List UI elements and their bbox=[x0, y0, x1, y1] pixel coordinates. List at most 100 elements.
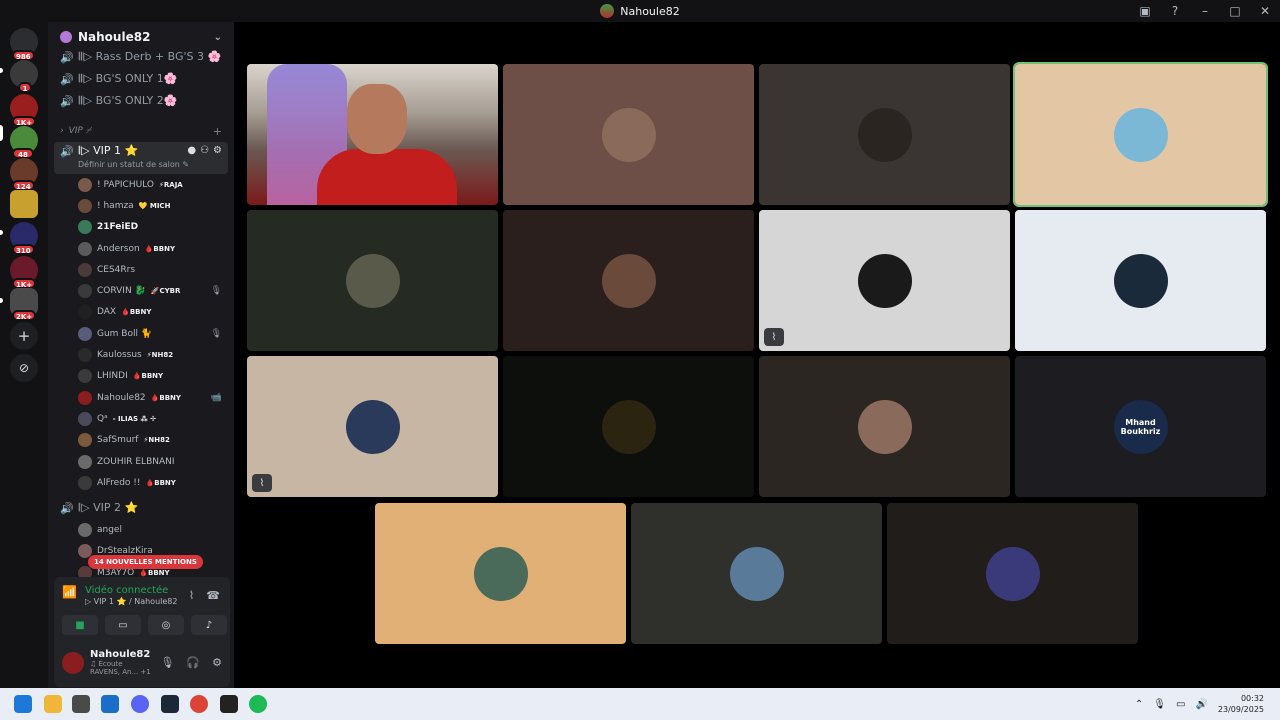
participant-tile[interactable]: Mhand Boukhriz bbox=[1015, 356, 1266, 497]
clock[interactable]: 00:32 23/09/2025 bbox=[1218, 693, 1264, 715]
chrome-icon[interactable] bbox=[190, 695, 208, 713]
disconnect-icon[interactable]: ☎ bbox=[206, 589, 220, 602]
discord-home-icon[interactable]: 986 bbox=[10, 28, 38, 61]
chevron-down-icon: ⌄ bbox=[213, 31, 222, 43]
participant-tile[interactable] bbox=[759, 356, 1010, 497]
speaker-icon: 🔊 bbox=[60, 144, 74, 158]
category-vip[interactable]: › VIP ⌿ + bbox=[48, 120, 234, 142]
discover-icon[interactable]: ⊘ bbox=[10, 354, 38, 382]
headphones-icon[interactable]: 🎧 bbox=[186, 656, 200, 669]
participant-tile[interactable] bbox=[503, 356, 754, 497]
server-icon[interactable]: 124 bbox=[10, 158, 38, 191]
member-item[interactable]: ! hamza 💛 MICH bbox=[48, 195, 234, 216]
windows-start-icon[interactable] bbox=[14, 695, 32, 713]
invite-icon[interactable]: ⚇ bbox=[200, 145, 209, 156]
minimize-button[interactable]: – bbox=[1190, 0, 1220, 22]
gear-icon[interactable]: ⚙ bbox=[212, 656, 222, 669]
participant-tile[interactable] bbox=[1015, 210, 1266, 351]
spotify-icon[interactable] bbox=[249, 695, 267, 713]
new-mentions-banner[interactable]: 14 NOUVELLES MENTIONS bbox=[88, 555, 203, 569]
voice-channel[interactable]: 🔊 𝄃𝄃▷ Rass Derb + BG'S 3 🌸 bbox=[48, 46, 234, 68]
add-server-icon[interactable]: + bbox=[10, 322, 38, 350]
help-icon[interactable]: ? bbox=[1160, 0, 1190, 22]
store-icon[interactable] bbox=[72, 695, 90, 713]
member-item[interactable]: Nahoule82 🩸BBNY 📹 bbox=[48, 387, 234, 408]
member-item[interactable]: Qᵃ - ILIAS ⁂ ✢ bbox=[48, 408, 234, 429]
participant-tile[interactable] bbox=[503, 64, 754, 205]
steam-icon[interactable] bbox=[161, 695, 179, 713]
muted-status-icon: 🎙 bbox=[210, 286, 222, 297]
maximize-button[interactable]: □ bbox=[1220, 0, 1250, 22]
member-item[interactable]: 21FeiED bbox=[48, 217, 234, 238]
participant-tile[interactable]: ⌇ bbox=[247, 356, 498, 497]
discord-icon[interactable] bbox=[131, 695, 149, 713]
soundboard-icon[interactable]: ♪ bbox=[191, 615, 227, 635]
channel-status[interactable]: Définir un statut de salon ✎ bbox=[78, 160, 222, 169]
active-voice-channel[interactable]: 🔊 𝄃▷ VIP 1 ⭐ Définir un statut de salon ✎… bbox=[54, 142, 228, 174]
member-item[interactable]: Gum Boll 🐈 🎙 bbox=[48, 323, 234, 344]
add-channel-icon[interactable]: + bbox=[213, 125, 222, 138]
noise-suppression-icon[interactable]: ⌇ bbox=[189, 589, 194, 602]
close-button[interactable]: ✕ bbox=[1250, 0, 1280, 22]
member-name: angel bbox=[97, 525, 122, 536]
chevron-up-icon[interactable]: ⌃ bbox=[1135, 699, 1143, 710]
voice-channel-vip2[interactable]: 🔊 𝄃▷ VIP 2 ⭐ bbox=[48, 497, 234, 519]
member-item[interactable]: AlFredo !! 🩸BBNY bbox=[48, 472, 234, 493]
server-icon[interactable]: 1K+ bbox=[10, 256, 38, 289]
server-rail: 986 1 1K+ 48 124 310 1K+ 2K+ + ⊘ bbox=[0, 22, 48, 688]
member-name: ZOUHIR ELBNANI bbox=[97, 456, 175, 467]
file-explorer-icon[interactable] bbox=[44, 695, 62, 713]
participant-tile[interactable] bbox=[247, 210, 498, 351]
participant-tile[interactable] bbox=[503, 210, 754, 351]
inbox-icon[interactable]: ▣ bbox=[1130, 0, 1160, 22]
participant-tile[interactable] bbox=[631, 503, 882, 644]
server-icon[interactable] bbox=[10, 190, 38, 218]
member-item[interactable]: SafSmurf ⚡NH82 bbox=[48, 430, 234, 451]
member-item[interactable]: ! PAPICHULO ⚡RAJA bbox=[48, 174, 234, 195]
member-item[interactable]: angel bbox=[48, 519, 234, 540]
gear-icon[interactable]: ⚙ bbox=[213, 145, 222, 156]
chat-icon[interactable]: ● bbox=[187, 145, 196, 156]
avatar bbox=[78, 348, 92, 363]
server-icon[interactable]: 1 bbox=[10, 60, 38, 93]
title-bar: Nahoule82 ▣ ? – □ ✕ bbox=[0, 0, 1280, 22]
member-tag: - ILIAS ⁂ ✢ bbox=[112, 414, 156, 423]
server-icon[interactable]: 310 bbox=[10, 222, 38, 255]
outlook-icon[interactable] bbox=[101, 695, 119, 713]
signal-icon: 📶 bbox=[62, 585, 77, 599]
voice-channel[interactable]: 🔊 𝄃𝄃▷ BG'S ONLY 1🌸 bbox=[48, 68, 234, 90]
member-item[interactable]: DAX 🩸BBNY bbox=[48, 302, 234, 323]
volume-icon[interactable]: 🔊 bbox=[1195, 699, 1207, 710]
member-item[interactable]: Kaulossus ⚡NH82 bbox=[48, 344, 234, 365]
camera-video-tile[interactable] bbox=[247, 64, 498, 205]
participant-tile[interactable] bbox=[375, 503, 626, 644]
avatar bbox=[78, 305, 92, 320]
app-icon[interactable] bbox=[220, 695, 238, 713]
server-icon[interactable]: 1K+ bbox=[10, 94, 38, 127]
avatar bbox=[729, 546, 784, 601]
voice-channel-link[interactable]: ▷ VIP 1 ⭐ / Nahoule82 bbox=[85, 597, 178, 606]
user-panel[interactable]: Nahoule82 ♫ Écoute RAVENS, An... +1 🎙 🎧 … bbox=[62, 649, 222, 676]
speaker-icon: 🔊 bbox=[60, 94, 74, 108]
screen-share-icon[interactable]: ▭ bbox=[105, 615, 141, 635]
member-item[interactable]: LHINDI 🩸BBNY bbox=[48, 366, 234, 387]
member-item[interactable]: CORVIN 🐉 🚀CYBR 🎙 bbox=[48, 280, 234, 301]
server-icon[interactable]: 48 bbox=[10, 126, 38, 159]
participant-tile[interactable] bbox=[759, 64, 1010, 205]
avatar bbox=[1113, 107, 1168, 162]
microphone-icon[interactable]: 🎙 bbox=[1153, 699, 1166, 710]
participant-tile[interactable] bbox=[1013, 62, 1268, 207]
network-icon[interactable]: ▭ bbox=[1176, 699, 1185, 710]
camera-icon[interactable]: ■ bbox=[62, 615, 98, 635]
participant-tile[interactable] bbox=[887, 503, 1138, 644]
avatar bbox=[601, 107, 656, 162]
avatar bbox=[345, 399, 400, 454]
participant-tile[interactable]: ⌇ bbox=[759, 210, 1010, 351]
member-item[interactable]: CES4Rrs bbox=[48, 259, 234, 280]
microphone-icon[interactable]: 🎙 bbox=[160, 656, 174, 669]
activity-icon[interactable]: ◎ bbox=[148, 615, 184, 635]
member-item[interactable]: Anderson 🩸BBNY bbox=[48, 238, 234, 259]
member-item[interactable]: ZOUHIR ELBNANI bbox=[48, 451, 234, 472]
server-folder-icon[interactable]: 2K+ bbox=[10, 288, 38, 321]
voice-channel[interactable]: 🔊 𝄃𝄃▷ BG'S ONLY 2🌸 bbox=[48, 90, 234, 112]
